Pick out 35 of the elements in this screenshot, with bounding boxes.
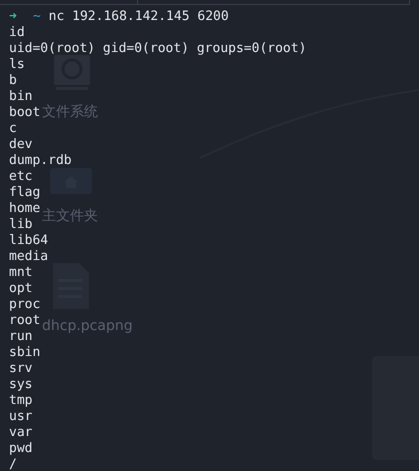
desktop-icon-label: 文件系统: [42, 104, 98, 120]
terminal-output-line: tmp: [9, 393, 32, 409]
terminal-output-line: boot: [9, 105, 40, 121]
terminal-output-line: media: [9, 249, 48, 265]
terminal-output-line: var: [9, 425, 32, 441]
prompt-arrow: ➜: [9, 9, 17, 25]
terminal-output-line: home: [9, 201, 40, 217]
terminal-output-line: dump.rdb: [9, 153, 72, 169]
prompt-directory: ~: [32, 9, 41, 25]
terminal-output-line: pwd: [9, 441, 32, 457]
command-text: nc 192.168.142.145 6200: [48, 9, 229, 25]
terminal-output-line: uid=0(root) gid=0(root) groups=0(root): [9, 41, 306, 57]
terminal-output-line: sys: [9, 377, 32, 393]
terminal-output-line: srv: [9, 361, 32, 377]
terminal-output-line: ls: [9, 57, 25, 73]
home-folder-icon[interactable]: [50, 168, 92, 194]
terminal-output-line: dev: [9, 137, 32, 153]
terminal-output-line: lib: [9, 217, 32, 233]
terminal-output-line: run: [9, 329, 32, 345]
terminal-output-line: flag: [9, 185, 40, 201]
terminal-output-line: lib64: [9, 233, 48, 249]
terminal-output-line: c: [9, 121, 17, 137]
terminal-output-line: id: [9, 25, 25, 41]
terminal-output-line: sbin: [9, 345, 40, 361]
terminal-output-line: b: [9, 73, 17, 89]
terminal-output-line: etc: [9, 169, 32, 185]
terminal-output-line: mnt: [9, 265, 32, 281]
terminal-output-line: proc: [9, 297, 40, 313]
terminal-output-line: bin: [9, 89, 32, 105]
desktop-icon-label: dhcp.pcapng: [42, 318, 133, 334]
terminal-output-line: usr: [9, 409, 32, 425]
terminal-output-line: opt: [9, 281, 32, 297]
terminal-output-line: root: [9, 313, 40, 329]
desktop-icon-label: 主文件夹: [42, 208, 98, 224]
terminal-output-line: /: [9, 457, 17, 471]
